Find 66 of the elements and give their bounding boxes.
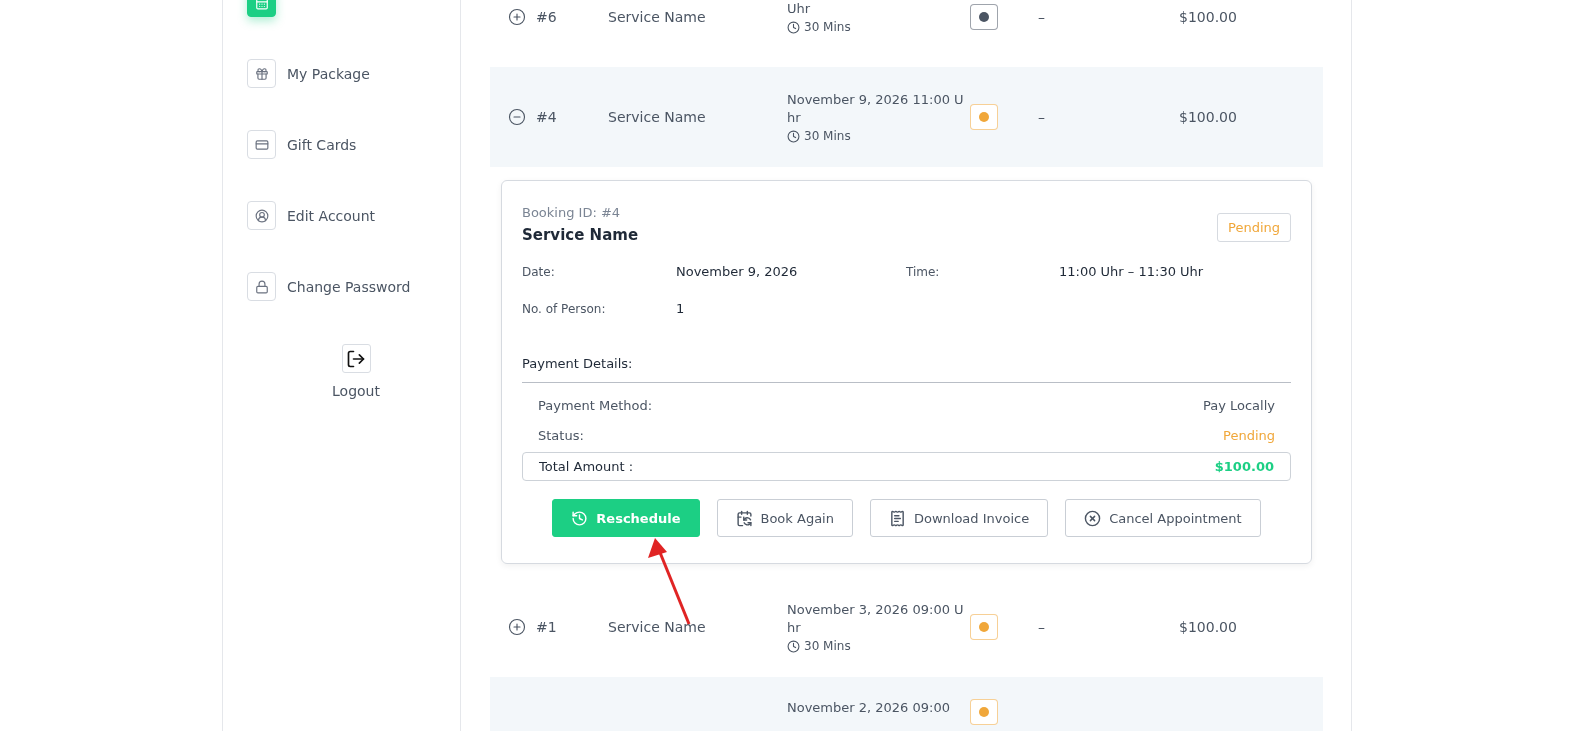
- appointment-row[interactable]: #4 Service Name November 9, 2026 11:00 Uhr 30 Mins – $100.00: [490, 67, 1323, 167]
- duration: 30 Mins: [804, 639, 851, 653]
- booking-number: #4: [536, 109, 558, 125]
- status-badge: Pending: [1217, 213, 1291, 242]
- expand-icon[interactable]: [508, 8, 526, 26]
- duration: 30 Mins: [804, 129, 851, 143]
- payment-label: Status:: [538, 428, 584, 443]
- invoice-button[interactable]: Download Invoice: [869, 499, 1049, 537]
- book-button[interactable]: Book Again: [716, 499, 853, 537]
- calendar-icon: [735, 509, 753, 527]
- booking-number: #1: [536, 619, 558, 635]
- field-value: 1: [676, 301, 686, 316]
- cancel-button[interactable]: Cancel Appointment: [1065, 499, 1261, 537]
- menu-item[interactable]: My Package: [287, 65, 370, 82]
- service-name: Service Name: [608, 109, 707, 125]
- payment-label: Payment Method:: [538, 398, 653, 413]
- field-value: 11:00 Uhr – 11:30 Uhr: [1059, 264, 1205, 279]
- lock-icon: [254, 279, 269, 294]
- appointment-date: November 9, 2026 11:00 Uhr: [787, 91, 965, 127]
- field-label: Time:: [906, 264, 941, 279]
- booking-number: #6: [536, 9, 558, 25]
- calendar-icon: [254, 0, 269, 10]
- menu-icon-tile[interactable]: [247, 59, 276, 88]
- clock-icon: [787, 129, 800, 143]
- field-label: Date:: [522, 264, 556, 279]
- logout-label[interactable]: Logout: [332, 383, 380, 399]
- booking-id: Booking ID: #4: [522, 205, 622, 220]
- payment-value: Pending: [1223, 428, 1275, 443]
- price: $100.00: [1179, 109, 1238, 125]
- field-label: No. of Person:: [522, 301, 607, 316]
- clock-icon: [787, 20, 800, 34]
- total-label: Total Amount :: [539, 459, 634, 474]
- receipt-icon: [888, 509, 906, 527]
- expand-icon[interactable]: [508, 618, 526, 636]
- price: $100.00: [1179, 9, 1238, 25]
- service-title: Service Name: [522, 226, 639, 244]
- circle-x-icon: [1084, 509, 1102, 527]
- menu-item[interactable]: Gift Cards: [287, 136, 357, 153]
- payment-value: Pay Locally: [1202, 398, 1275, 413]
- field-value: November 9, 2026: [676, 264, 799, 279]
- menu-icon-tile[interactable]: [247, 130, 276, 159]
- history-icon: [571, 509, 589, 527]
- user-icon: [254, 208, 269, 223]
- menu-item[interactable]: Edit Account: [287, 207, 376, 224]
- appointment-date: November 2, 2026 09:00: [787, 699, 951, 717]
- collapse-icon[interactable]: [508, 108, 526, 126]
- payment-heading: Payment Details:: [522, 356, 1291, 383]
- logout-icon: [346, 348, 366, 369]
- appointment-row[interactable]: November 2, 2026 09:00: [490, 677, 1323, 731]
- duration: 30 Mins: [804, 20, 851, 34]
- appointment-date: Uhr: [787, 0, 812, 18]
- staff: –: [1038, 9, 1046, 25]
- menu-item[interactable]: Change Password: [287, 278, 411, 295]
- logout-button[interactable]: [341, 344, 371, 373]
- card-icon: [254, 137, 269, 152]
- gift-icon: [254, 66, 269, 81]
- service-name: Service Name: [608, 9, 707, 25]
- clock-icon: [787, 639, 800, 653]
- total-value: $100.00: [1214, 459, 1274, 474]
- menu-icon-tile[interactable]: [247, 272, 276, 301]
- menu-icon-tile[interactable]: [247, 201, 276, 230]
- staff: –: [1038, 109, 1046, 125]
- price: $100.00: [1179, 619, 1238, 635]
- staff: –: [1038, 619, 1046, 635]
- appointment-date: November 3, 2026 09:00 Uhr: [787, 601, 965, 637]
- service-name: Service Name: [608, 619, 707, 635]
